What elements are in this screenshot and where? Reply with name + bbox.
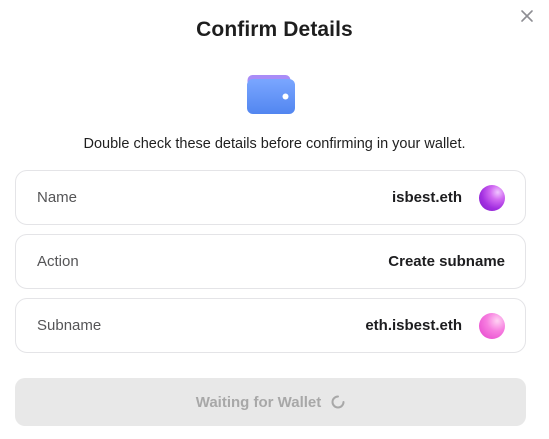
detail-value-group: isbest.eth: [391, 184, 505, 211]
detail-row-action: Action Create subname: [15, 234, 526, 289]
spinner-icon: [331, 395, 345, 409]
wallet-icon: [247, 75, 295, 114]
modal-title: Confirm Details: [196, 18, 353, 41]
subname-avatar: [479, 312, 505, 339]
confirm-details-modal: Confirm Details Double check these detai…: [0, 0, 549, 439]
waiting-for-wallet-button[interactable]: Waiting for Wallet: [15, 378, 526, 426]
detail-value: isbest.eth: [391, 189, 462, 206]
detail-label: Name: [37, 189, 78, 206]
detail-row-name: Name isbest.eth: [15, 170, 526, 225]
detail-label: Action: [37, 253, 79, 270]
detail-value: eth.isbest.eth: [365, 317, 462, 334]
detail-value-group: eth.isbest.eth: [365, 312, 505, 339]
name-avatar: [479, 184, 505, 211]
detail-row-subname: Subname eth.isbest.eth: [15, 298, 526, 353]
detail-label: Subname: [37, 317, 102, 334]
button-label: Waiting for Wallet: [195, 393, 322, 411]
modal-subtitle: Double check these details before confir…: [83, 136, 466, 152]
detail-value-group: Create subname: [388, 253, 505, 270]
detail-value: Create subname: [388, 253, 505, 270]
